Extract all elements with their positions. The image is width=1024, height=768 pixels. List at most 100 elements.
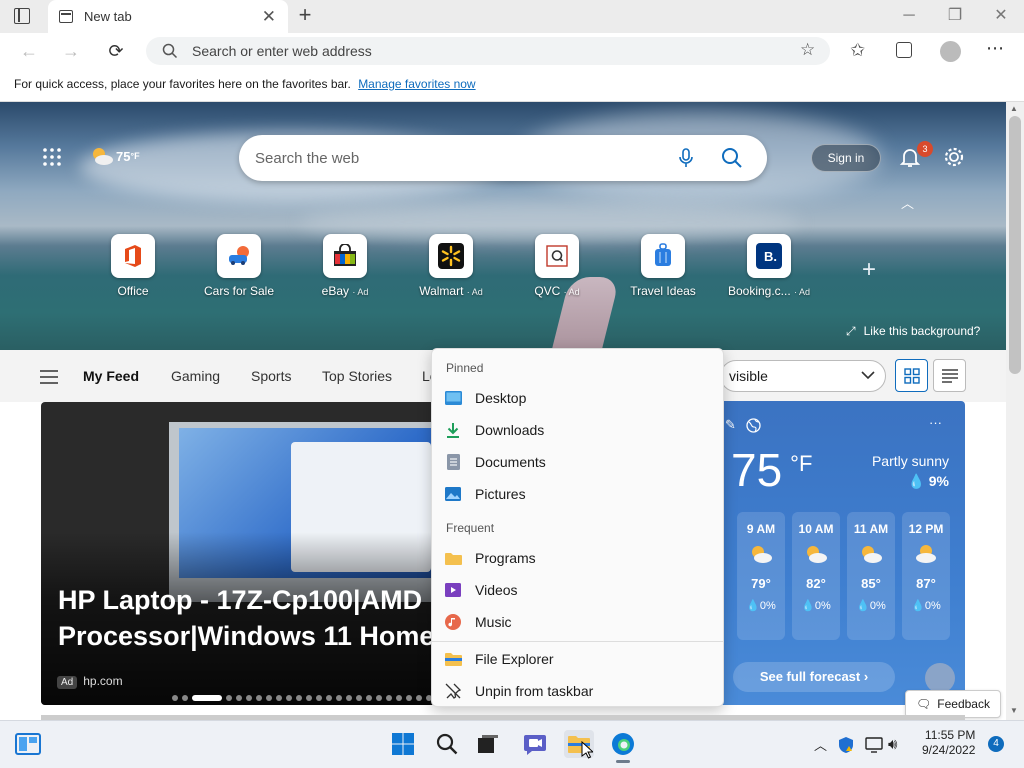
news-card-ad[interactable]: HP Laptop - 17Z-Cp100|AMD Processor|Wind… bbox=[41, 402, 441, 705]
tab-new-tab[interactable]: New tab ✕ bbox=[48, 0, 288, 33]
apps-launcher-icon[interactable] bbox=[43, 148, 61, 166]
carousel-dot[interactable] bbox=[336, 695, 342, 701]
carousel-dot[interactable] bbox=[182, 695, 188, 701]
carousel-dot[interactable] bbox=[306, 695, 312, 701]
forward-button[interactable]: → bbox=[58, 39, 84, 63]
jump-item-documents[interactable]: Documents bbox=[444, 447, 714, 477]
scrollbar-thumb[interactable] bbox=[1009, 116, 1021, 374]
search-icon[interactable] bbox=[721, 147, 743, 169]
profile-avatar[interactable] bbox=[940, 41, 961, 62]
carousel-dot[interactable] bbox=[316, 695, 322, 701]
hourly-forecast-item[interactable]: 11 AM 85° 💧0% bbox=[847, 512, 895, 640]
quick-link-travel-ideas[interactable]: Travel Ideas bbox=[618, 234, 708, 298]
carousel-dot[interactable] bbox=[256, 695, 262, 701]
sign-in-button[interactable]: Sign in bbox=[811, 144, 881, 172]
quick-link-office[interactable]: Office bbox=[88, 234, 178, 298]
weather-widget[interactable]: 75 °F bbox=[90, 146, 140, 166]
tab-gaming[interactable]: Gaming bbox=[171, 368, 220, 384]
address-input[interactable]: Search or enter web address bbox=[192, 43, 372, 59]
globe-icon[interactable] bbox=[746, 418, 761, 433]
tab-actions-icon[interactable] bbox=[14, 8, 30, 24]
weather-more-icon[interactable]: ··· bbox=[929, 415, 942, 430]
carousel-dot[interactable] bbox=[416, 695, 422, 701]
carousel-dot[interactable] bbox=[266, 695, 272, 701]
layout-select[interactable]: visible bbox=[720, 360, 886, 392]
edit-icon[interactable]: ✎ bbox=[725, 417, 736, 433]
carousel-dot[interactable] bbox=[346, 695, 352, 701]
taskbar-search-icon[interactable] bbox=[432, 730, 462, 758]
quick-link-qvc[interactable]: QVC · Ad bbox=[512, 234, 602, 298]
tab-my-feed[interactable]: My Feed bbox=[83, 368, 139, 384]
carousel-dot[interactable] bbox=[296, 695, 302, 701]
feedback-button[interactable]: 🗨 Feedback bbox=[905, 690, 1001, 718]
show-hidden-icons-chevron[interactable]: ︿ bbox=[814, 735, 827, 754]
jump-action-unpin[interactable]: Unpin from taskbar bbox=[444, 676, 714, 706]
carousel-dot[interactable] bbox=[326, 695, 332, 701]
task-view-icon[interactable] bbox=[473, 730, 503, 758]
quick-link-booking[interactable]: B. Booking.c... · Ad bbox=[724, 234, 814, 298]
refresh-button[interactable]: ⟳ bbox=[103, 39, 129, 63]
carousel-dot[interactable] bbox=[236, 695, 242, 701]
carousel-dot[interactable] bbox=[286, 695, 292, 701]
carousel-dot[interactable] bbox=[246, 695, 252, 701]
collections-icon[interactable] bbox=[896, 42, 912, 58]
tab-top-stories[interactable]: Top Stories bbox=[322, 368, 392, 384]
favorites-icon[interactable]: ✩ bbox=[850, 40, 865, 61]
address-bar[interactable]: Search or enter web address ☆ bbox=[146, 37, 830, 65]
add-quick-link-button[interactable]: + bbox=[862, 256, 876, 284]
start-windows-icon[interactable] bbox=[388, 730, 418, 758]
hourly-forecast-item[interactable]: 12 PM 87° 💧0% bbox=[902, 512, 950, 640]
widgets-icon[interactable] bbox=[13, 730, 43, 758]
hourly-forecast-item[interactable]: 9 AM 79° 💧0% bbox=[737, 512, 785, 640]
list-view-button[interactable] bbox=[933, 359, 966, 392]
carousel-dot[interactable] bbox=[396, 695, 402, 701]
close-tab-icon[interactable]: ✕ bbox=[262, 8, 276, 25]
add-favorite-icon[interactable]: ☆ bbox=[800, 40, 815, 60]
carousel-dot[interactable] bbox=[226, 695, 232, 701]
jump-item-desktop[interactable]: Desktop bbox=[444, 383, 714, 413]
tab-sports[interactable]: Sports bbox=[251, 368, 291, 384]
weather-card[interactable]: ✎ ··· 75 °F Partly sunny 💧 9% 9 AM 79° 💧0% 1… bbox=[715, 401, 965, 705]
system-clock[interactable]: 11:55 PM 9/24/2022 bbox=[922, 728, 975, 758]
carousel-dot[interactable] bbox=[376, 695, 382, 701]
jump-item-pictures[interactable]: Pictures bbox=[444, 479, 714, 509]
new-tab-button[interactable]: + bbox=[292, 3, 318, 29]
scroll-up-arrow[interactable]: ▲ bbox=[1010, 104, 1018, 113]
quick-link-cars-for-sale[interactable]: Cars for Sale bbox=[194, 234, 284, 298]
jump-item-videos[interactable]: Videos bbox=[444, 575, 714, 605]
microphone-icon[interactable] bbox=[679, 148, 693, 168]
quick-link-walmart[interactable]: Walmart · Ad bbox=[406, 234, 496, 298]
volume-icon[interactable]: 🔊︎ bbox=[888, 736, 897, 753]
more-menu-icon[interactable]: ⋯ bbox=[986, 38, 1004, 59]
carousel-dot[interactable] bbox=[386, 695, 392, 701]
see-full-forecast-button[interactable]: See full forecast › bbox=[733, 662, 895, 692]
notification-center-badge[interactable]: 4 bbox=[988, 736, 1004, 752]
back-button[interactable]: ← bbox=[16, 39, 42, 63]
hourly-forecast-item[interactable]: 10 AM 82° 💧0% bbox=[792, 512, 840, 640]
jump-item-downloads[interactable]: Downloads bbox=[444, 415, 714, 445]
web-search-box[interactable]: Search the web bbox=[239, 135, 767, 181]
carousel-dot[interactable] bbox=[406, 695, 412, 701]
collapse-chevron-icon[interactable]: ︿ bbox=[901, 193, 914, 212]
manage-favorites-link[interactable]: Manage favorites now bbox=[358, 77, 475, 91]
grid-view-button[interactable] bbox=[895, 359, 928, 392]
teams-chat-icon[interactable] bbox=[520, 730, 550, 758]
close-window-button[interactable]: ✕ bbox=[981, 3, 1021, 29]
scroll-down-arrow[interactable]: ▼ bbox=[1010, 706, 1018, 715]
minimize-button[interactable]: ─ bbox=[889, 3, 929, 29]
carousel-dot[interactable] bbox=[276, 695, 282, 701]
like-background-link[interactable]: ⤢ Like this background? bbox=[846, 324, 980, 339]
carousel-dot-active[interactable] bbox=[192, 695, 222, 701]
jump-action-file-explorer[interactable]: File Explorer bbox=[444, 644, 714, 674]
hamburger-menu-icon[interactable] bbox=[40, 370, 58, 387]
restore-button[interactable]: ❐ bbox=[935, 3, 975, 29]
network-icon[interactable] bbox=[865, 737, 883, 756]
web-search-input[interactable]: Search the web bbox=[255, 150, 359, 167]
security-shield-icon[interactable] bbox=[838, 736, 854, 757]
quick-link-ebay[interactable]: eBay · Ad bbox=[300, 234, 390, 298]
carousel-dot[interactable] bbox=[366, 695, 372, 701]
carousel-dot[interactable] bbox=[356, 695, 362, 701]
jump-item-programs[interactable]: Programs bbox=[444, 543, 714, 573]
edge-browser-icon[interactable] bbox=[608, 730, 638, 758]
jump-item-music[interactable]: Music bbox=[444, 607, 714, 637]
